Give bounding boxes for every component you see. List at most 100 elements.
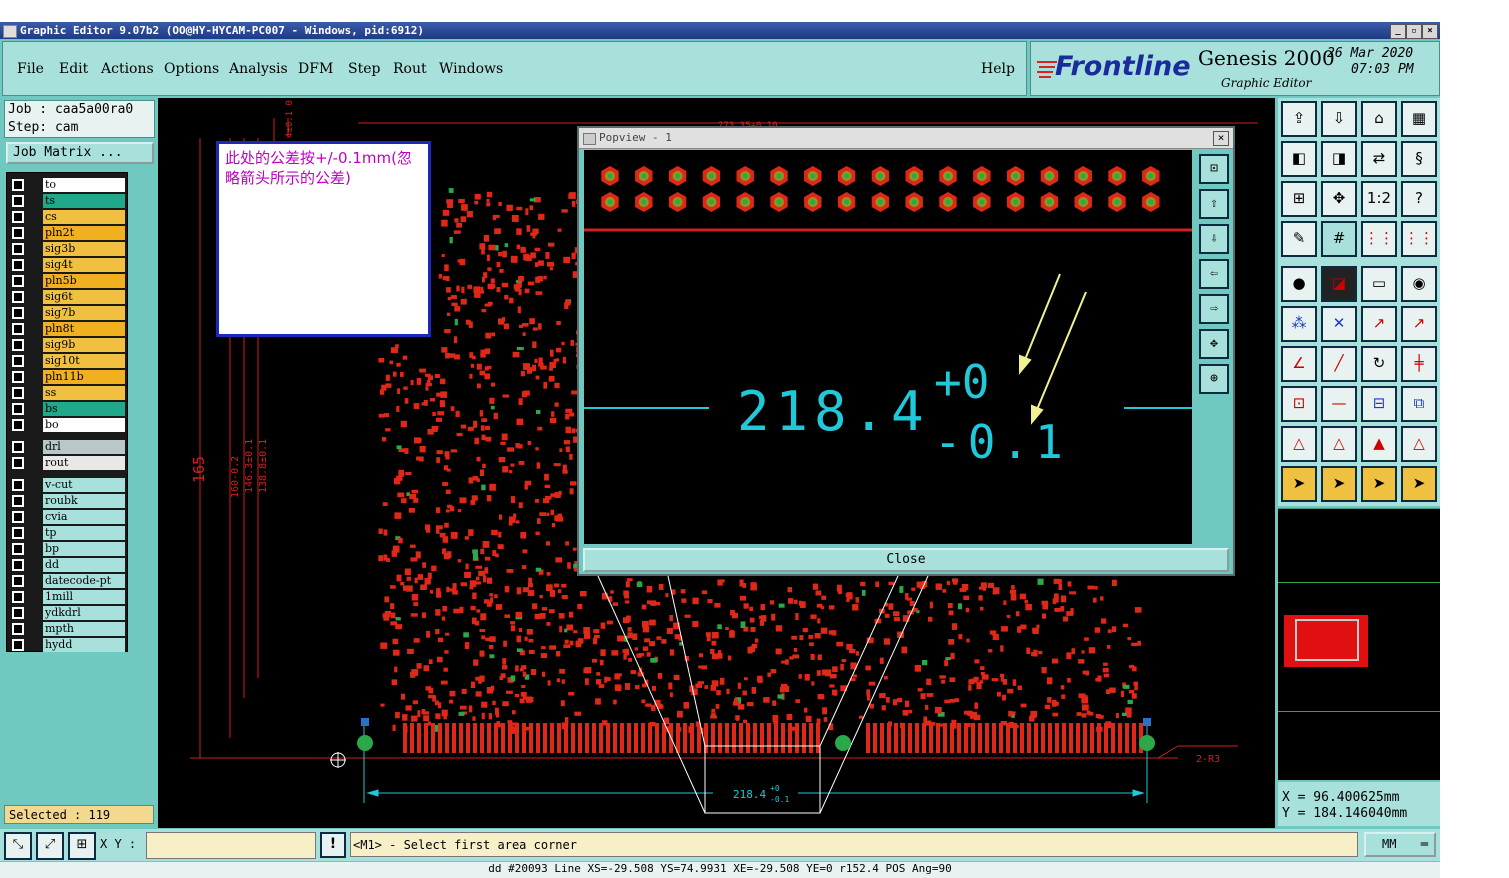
menu-windows[interactable]: Windows xyxy=(439,61,503,77)
layer-checkbox[interactable] xyxy=(12,259,24,271)
layer-name[interactable]: sig7b xyxy=(43,306,125,320)
layer-checkbox[interactable] xyxy=(12,195,24,207)
line-add-icon[interactable]: ↗ xyxy=(1361,306,1397,342)
line-draw-icon[interactable]: ↗ xyxy=(1401,306,1437,342)
layer-name[interactable]: v-cut xyxy=(43,478,125,492)
layer-name[interactable]: bo xyxy=(43,418,125,432)
scale-icon[interactable]: 1:2 xyxy=(1361,181,1397,217)
menu-options[interactable]: Options xyxy=(164,61,219,77)
layer-checkbox[interactable] xyxy=(12,511,24,523)
layer-row-bp[interactable]: bp xyxy=(7,541,129,557)
layer-checkbox[interactable] xyxy=(12,179,24,191)
popview-canvas[interactable]: 218.4 +0 -0.1 xyxy=(584,150,1192,544)
popview-pan-down-icon[interactable]: ⇩ xyxy=(1199,224,1229,254)
select-pad-icon[interactable]: ● xyxy=(1281,266,1317,302)
layer-name[interactable]: pln5b xyxy=(43,274,125,288)
layer-checkbox[interactable] xyxy=(12,441,24,453)
layer-row-ts[interactable]: ts xyxy=(7,193,129,209)
layer-name[interactable]: pln11b xyxy=(43,370,125,384)
menu-rout[interactable]: Rout xyxy=(393,61,427,77)
cross-icon[interactable]: ✕ xyxy=(1321,306,1357,342)
layer-row-roubk[interactable]: roubk xyxy=(7,493,129,509)
menu-dfm[interactable]: DFM xyxy=(298,61,333,77)
layer-red-icon[interactable]: ⋮⋮ xyxy=(1361,221,1397,257)
highlight-icon[interactable]: ◪ xyxy=(1321,266,1357,302)
layer-name[interactable]: tp xyxy=(43,526,125,540)
layer-checkbox[interactable] xyxy=(12,495,24,507)
popview-zoom-in-icon[interactable]: ✥ xyxy=(1199,329,1229,359)
job-matrix-button[interactable]: Job Matrix ... xyxy=(6,142,154,164)
save-icon[interactable]: ⇪ xyxy=(1281,101,1317,137)
layer-name[interactable]: sig4t xyxy=(43,258,125,272)
layer-checkbox[interactable] xyxy=(12,457,24,469)
layer-checkbox[interactable] xyxy=(12,339,24,351)
layer-name[interactable]: drl xyxy=(43,440,125,454)
layer-row-dd[interactable]: dd xyxy=(7,557,129,573)
zoom-area-icon[interactable]: ⤡ xyxy=(4,832,32,860)
layer-red2-icon[interactable]: ⋮⋮ xyxy=(1401,221,1437,257)
zoom-home-icon[interactable]: ⊞ xyxy=(1281,181,1317,217)
overview-panel[interactable] xyxy=(1278,508,1440,780)
triangle-icon[interactable]: △ xyxy=(1281,426,1317,462)
layer-name[interactable]: ss xyxy=(43,386,125,400)
layer-checkbox[interactable] xyxy=(12,403,24,415)
home-icon[interactable]: ⌂ xyxy=(1361,101,1397,137)
popview-pan-up-icon[interactable]: ⇧ xyxy=(1199,189,1229,219)
layer-checkbox[interactable] xyxy=(12,639,24,651)
layer-name[interactable]: ts xyxy=(43,194,125,208)
layer-checkbox[interactable] xyxy=(12,307,24,319)
layer-name[interactable]: hydd xyxy=(43,638,125,652)
menu-analysis[interactable]: Analysis xyxy=(229,61,288,77)
layer-row-bo[interactable]: bo xyxy=(7,417,129,433)
layer-row-pln5b[interactable]: pln5b xyxy=(7,273,129,289)
layer-name[interactable]: sig3b xyxy=(43,242,125,256)
angle-icon[interactable]: ∠ xyxy=(1281,346,1317,382)
popview-close-icon[interactable]: × xyxy=(1213,131,1229,146)
layer-name[interactable]: dd xyxy=(43,558,125,572)
layer-checkbox[interactable] xyxy=(12,527,24,539)
layer-name[interactable]: cs xyxy=(43,210,125,224)
layer-row-drl[interactable]: drl xyxy=(7,439,129,455)
layer-row-1mill[interactable]: 1mill xyxy=(7,589,129,605)
popview-pan-right-icon[interactable]: ⇨ xyxy=(1199,294,1229,324)
swap-icon[interactable]: ⇄ xyxy=(1361,141,1397,177)
group-icon[interactable]: ⧉ xyxy=(1401,386,1437,422)
grid-snap-icon[interactable]: ⊞ xyxy=(68,832,96,860)
dash-icon[interactable]: — xyxy=(1321,386,1357,422)
window-grid-icon[interactable]: ▦ xyxy=(1401,101,1437,137)
layer-row-v-cut[interactable]: v-cut xyxy=(7,477,129,493)
layer-row-mpth[interactable]: mpth xyxy=(7,621,129,637)
triangle4-icon[interactable]: △ xyxy=(1401,426,1437,462)
layer-row-to[interactable]: to xyxy=(7,177,129,193)
layer-checkbox[interactable] xyxy=(12,575,24,587)
menu-step[interactable]: Step xyxy=(348,61,380,77)
layer-checkbox[interactable] xyxy=(12,623,24,635)
layer-name[interactable]: sig6t xyxy=(43,290,125,304)
palette-icon[interactable]: ✎ xyxy=(1281,221,1317,257)
layer-checkbox[interactable] xyxy=(12,559,24,571)
layer-checkbox[interactable] xyxy=(12,323,24,335)
layer-name[interactable]: mpth xyxy=(43,622,125,636)
layer-row-pln2t[interactable]: pln2t xyxy=(7,225,129,241)
alert-icon[interactable]: ! xyxy=(320,832,346,858)
layer-checkbox[interactable] xyxy=(12,479,24,491)
layer-row-ydkdrl[interactable]: ydkdrl xyxy=(7,605,129,621)
popview-zoom-fit-icon[interactable]: ⊡ xyxy=(1199,154,1229,184)
layer-row-pln11b[interactable]: pln11b xyxy=(7,369,129,385)
pointer-icon[interactable]: ➤ xyxy=(1281,466,1317,502)
units-selector[interactable]: MM ═ xyxy=(1364,832,1436,857)
layer-checkbox[interactable] xyxy=(12,291,24,303)
maximize-button[interactable]: ▫ xyxy=(1406,24,1422,39)
layer-row-ss[interactable]: ss xyxy=(7,385,129,401)
overview-viewport[interactable] xyxy=(1295,619,1359,661)
ruler-icon[interactable]: ▭ xyxy=(1361,266,1397,302)
layer-checkbox[interactable] xyxy=(12,387,24,399)
redraw-icon[interactable]: § xyxy=(1401,141,1437,177)
open-icon[interactable]: ⇩ xyxy=(1321,101,1357,137)
pointer-circle-icon[interactable]: ➤ xyxy=(1361,466,1397,502)
layer-name[interactable]: datecode-pt xyxy=(43,574,125,588)
layer-name[interactable]: pln8t xyxy=(43,322,125,336)
popview-zoom-out-icon[interactable]: ⊕ xyxy=(1199,364,1229,394)
menu-file[interactable]: File xyxy=(17,61,44,77)
layer-name[interactable]: bs xyxy=(43,402,125,416)
